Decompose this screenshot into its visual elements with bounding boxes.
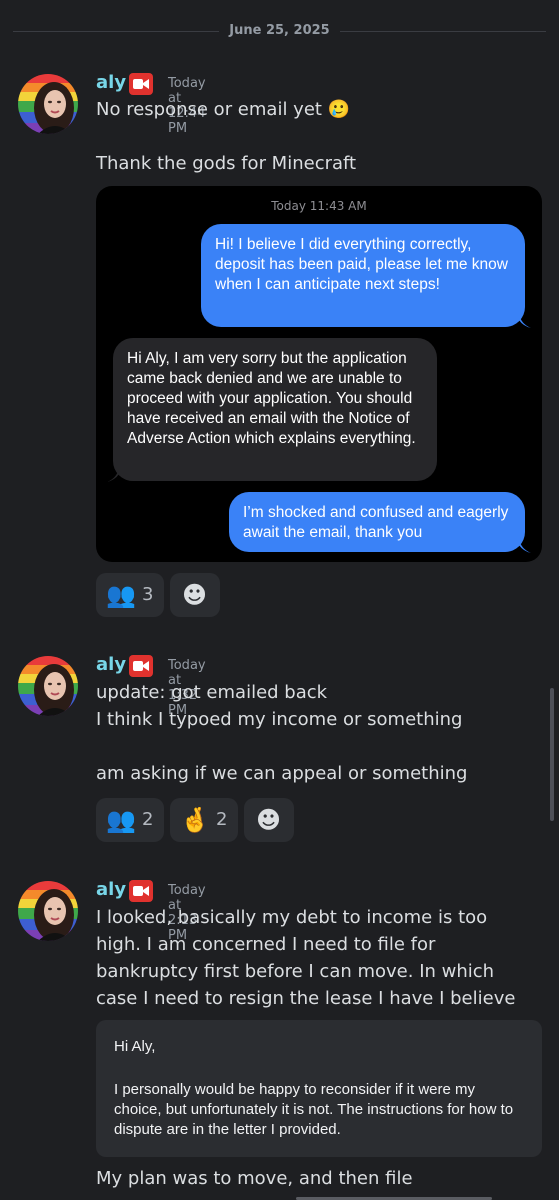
author-name[interactable]: aly [96,879,126,900]
bubble-tail [519,314,531,328]
message-paragraph: I looked, basically my debt to income is… [96,907,516,1009]
add-reaction-button[interactable]: ☻ [170,573,220,617]
message-line: No response or email yet 🥲 [96,99,351,120]
reaction-crossed-fingers[interactable]: 🤞 2 [170,798,238,842]
avatar[interactable] [18,74,78,134]
outgoing-bubble: Hi! I believe I did everything correctly… [201,224,525,327]
scrollbar[interactable] [550,688,554,821]
quoted-email: Hi Aly, I personally would be happy to r… [96,1020,542,1157]
image-attachment[interactable]: Today 11:43 AM Hi! I believe I did every… [96,186,542,562]
message-line: Thank the gods for Minecraft [96,153,357,174]
author-name[interactable]: aly [96,72,126,93]
reaction-busts[interactable]: 👥 2 [96,798,164,842]
message-line: am asking if we can appeal or something [96,763,468,784]
divider-line-right [340,31,546,32]
imessage-timestamp: Today 11:43 AM [271,199,367,213]
avatar[interactable] [18,881,78,941]
reaction-count: 2 [142,809,154,830]
bubble-tail [107,468,119,482]
reaction-count: 2 [216,809,228,830]
video-camera-icon [129,73,153,95]
avatar[interactable] [18,656,78,716]
video-camera-icon [129,655,153,677]
date-divider: June 25, 2025 [13,20,546,44]
incoming-bubble: Hi Aly, I am very sorry but the applicat… [113,338,437,481]
busts-in-silhouette-icon: 👥 [106,806,136,834]
quote-greeting: Hi Aly, [114,1038,156,1055]
add-reaction-button[interactable]: ☻ [244,798,294,842]
chat-view: June 25, 2025 aly Today at 12:44 PM No r… [0,0,559,1200]
quote-body: I personally would be happy to reconside… [114,1081,514,1138]
message-line: My plan was to move, and then file [96,1168,413,1189]
outgoing-bubble: I’m shocked and confused and eagerly awa… [229,492,525,552]
author-name[interactable]: aly [96,654,126,675]
message-line: I think I typoed my income or something [96,709,463,730]
reaction-busts[interactable]: 👥 3 [96,573,164,617]
add-reaction-icon: ☻ [182,581,208,609]
date-label: June 25, 2025 [229,23,330,38]
add-reaction-icon: ☻ [256,806,282,834]
bubble-tail [519,539,531,553]
video-camera-icon [129,880,153,902]
message-line: update: got emailed back [96,682,328,703]
crossed-fingers-icon: 🤞 [180,806,210,834]
divider-line-left [13,31,219,32]
busts-in-silhouette-icon: 👥 [106,581,136,609]
reaction-count: 3 [142,584,154,605]
